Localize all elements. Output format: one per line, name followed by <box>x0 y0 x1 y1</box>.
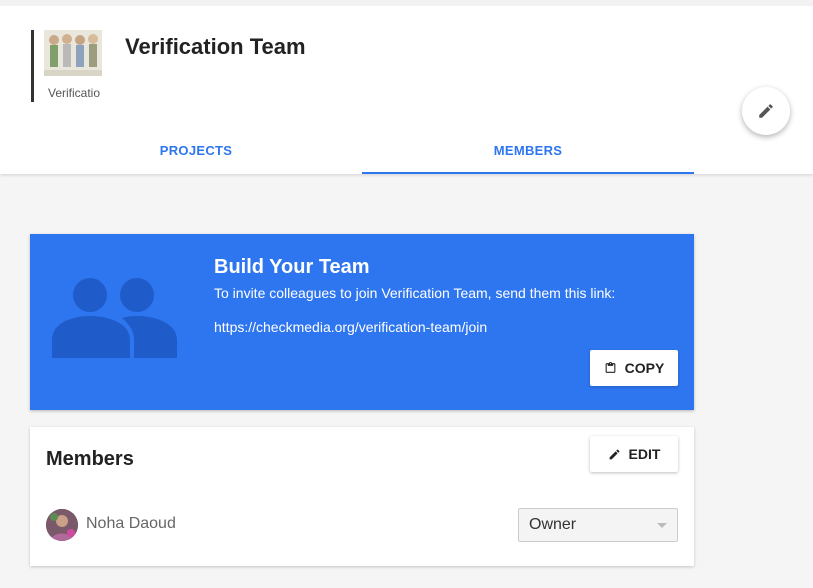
copy-button[interactable]: COPY <box>590 350 678 386</box>
team-avatar: Verificatio <box>31 30 102 102</box>
caret-down-icon <box>657 523 667 528</box>
members-card: Members EDIT Noha Daoud Owner <box>30 427 694 566</box>
copy-button-label: COPY <box>624 360 665 376</box>
pencil-icon <box>609 449 619 459</box>
edit-button-label: EDIT <box>628 446 661 462</box>
member-avatar-image <box>46 509 78 541</box>
members-title: Members <box>46 448 134 470</box>
tab-members[interactable]: MEMBERS <box>362 128 694 174</box>
build-team-card: Build Your Team To invite colleagues to … <box>30 234 694 410</box>
group-icon <box>52 278 177 358</box>
invite-description: To invite colleagues to join Verificatio… <box>214 285 616 301</box>
pencil-icon <box>759 104 773 118</box>
avatar <box>46 509 78 541</box>
team-avatar-image <box>44 30 102 76</box>
member-name: Noha Daoud <box>86 515 176 532</box>
tab-projects[interactable]: PROJECTS <box>30 128 362 174</box>
member-row: Noha Daoud Owner <box>46 508 678 542</box>
team-avatar-label: Verificatio <box>48 86 101 100</box>
edit-members-button[interactable]: EDIT <box>590 436 678 472</box>
role-select-value: Owner <box>529 516 577 533</box>
page-title: Verification Team <box>125 34 306 59</box>
role-select[interactable]: Owner <box>518 508 678 542</box>
clipboard-icon <box>605 362 616 373</box>
build-team-title: Build Your Team <box>214 256 370 278</box>
invite-link[interactable]: https://checkmedia.org/verification-team… <box>214 319 487 335</box>
team-header: Verificatio Verification Team PROJECTS M… <box>0 0 813 174</box>
top-strip <box>0 0 813 6</box>
edit-team-button[interactable] <box>742 87 790 135</box>
